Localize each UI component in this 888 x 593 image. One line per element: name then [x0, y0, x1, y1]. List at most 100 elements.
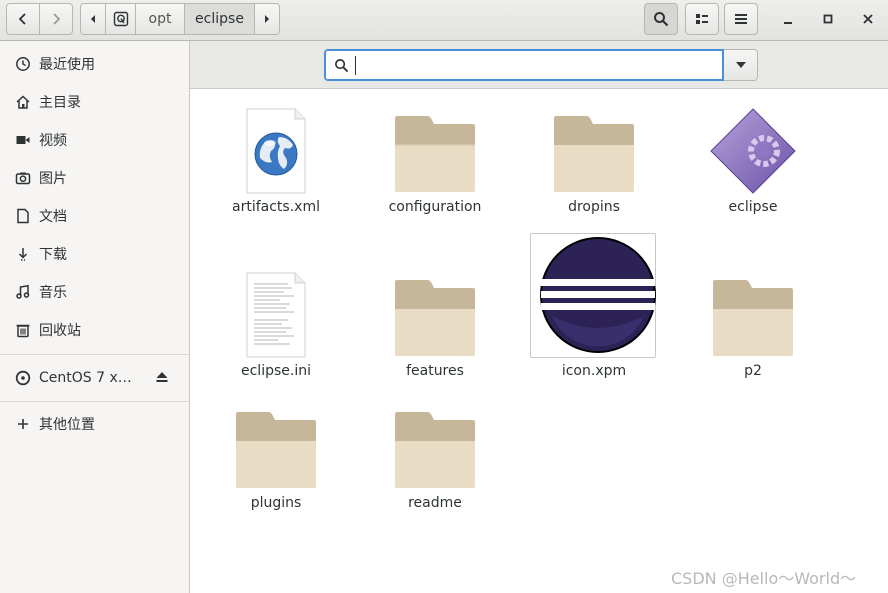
sidebar-item-other-locations[interactable]: 其他位置 — [0, 405, 189, 443]
text-cursor — [355, 56, 356, 75]
navigation-buttons — [6, 3, 74, 35]
file-name-label: p2 — [744, 363, 762, 379]
file-item-plugins[interactable]: plugins — [206, 397, 346, 547]
sidebar-item-label: 音乐 — [39, 285, 67, 301]
maximize-button[interactable] — [813, 4, 843, 34]
sidebar-item-label: 下载 — [39, 247, 67, 263]
search-icon — [654, 12, 669, 27]
sidebar-item-centos-disc[interactable]: CentOS 7 x… — [0, 359, 189, 397]
maximize-icon — [823, 14, 833, 24]
folder-icon — [365, 399, 505, 495]
file-name-label: eclipse — [728, 199, 778, 215]
triangle-left-icon — [91, 15, 95, 23]
path-root-button[interactable] — [105, 3, 136, 35]
file-name-label: eclipse.ini — [241, 363, 311, 379]
document-icon — [15, 208, 31, 224]
sidebar-item-label: 视频 — [39, 133, 67, 149]
sidebar-item-label: 文档 — [39, 209, 67, 225]
text-file-icon — [206, 267, 346, 363]
file-name-label: plugins — [250, 495, 302, 511]
file-item-p2[interactable]: p2 — [683, 265, 823, 415]
plus-icon — [15, 416, 31, 432]
minimize-icon — [784, 22, 792, 24]
file-item-eclipse-ini[interactable]: eclipse.ini — [206, 265, 346, 415]
eclipse-logo-icon — [524, 237, 664, 353]
chevron-left-icon — [18, 13, 26, 25]
folder-icon — [683, 267, 823, 363]
video-icon — [15, 132, 31, 148]
hamburger-icon — [735, 14, 747, 24]
file-name-label: dropins — [568, 199, 620, 215]
sidebar-item-documents[interactable]: 文档 — [0, 197, 189, 235]
sidebar-item-label: 其他位置 — [39, 417, 95, 433]
file-view: artifacts.xml configuration dropins ecli… — [190, 89, 888, 593]
search-icon — [334, 58, 349, 77]
xml-file-icon — [206, 103, 346, 199]
search-entry[interactable] — [324, 49, 724, 81]
search-input[interactable] — [357, 55, 716, 77]
sidebar-item-label: 最近使用 — [39, 57, 95, 73]
close-button[interactable] — [853, 4, 883, 34]
header-bar: opt eclipse — [0, 0, 888, 41]
sidebar-item-music[interactable]: 音乐 — [0, 273, 189, 311]
file-item-features[interactable]: features — [365, 265, 505, 415]
triangle-down-icon — [735, 62, 746, 68]
search-bar — [190, 41, 888, 89]
view-toggle-button[interactable] — [685, 3, 719, 35]
path-segment-label: opt — [148, 11, 172, 27]
recent-icon — [15, 56, 31, 72]
music-icon — [15, 284, 31, 300]
sidebar-item-label: 回收站 — [39, 323, 81, 339]
sidebar-item-label: 主目录 — [39, 95, 81, 111]
file-name-label: readme — [408, 495, 462, 511]
sidebar-item-trash[interactable]: 回收站 — [0, 311, 189, 349]
folder-icon — [365, 103, 505, 199]
file-name-label: icon.xpm — [561, 363, 627, 379]
path-segment-eclipse[interactable]: eclipse — [184, 3, 255, 35]
file-name-label: configuration — [388, 199, 482, 215]
camera-icon — [15, 170, 31, 186]
disc-icon — [15, 370, 31, 386]
search-options-button[interactable] — [724, 49, 758, 81]
file-name-label: features — [406, 363, 464, 379]
file-item-readme[interactable]: readme — [365, 397, 505, 547]
file-item-configuration[interactable]: configuration — [365, 101, 505, 251]
trash-icon — [15, 322, 31, 338]
sidebar: 最近使用 主目录 视频 图片 文档 下载 音乐 回收站 CentOS 7 x… … — [0, 41, 190, 593]
file-item-icon-xpm[interactable]: icon.xpm — [524, 231, 664, 381]
eject-icon[interactable] — [155, 370, 169, 388]
drive-icon — [113, 11, 128, 27]
minimize-button[interactable] — [773, 4, 803, 34]
sidebar-separator — [0, 401, 189, 402]
executable-icon — [683, 103, 823, 199]
close-icon — [863, 14, 873, 24]
sidebar-item-pictures[interactable]: 图片 — [0, 159, 189, 197]
download-icon — [15, 246, 31, 262]
sidebar-item-home[interactable]: 主目录 — [0, 83, 189, 121]
file-item-dropins[interactable]: dropins — [524, 101, 664, 251]
sidebar-item-label: CentOS 7 x… — [39, 370, 132, 386]
file-item-artifacts-xml[interactable]: artifacts.xml — [206, 101, 346, 251]
sidebar-item-recent[interactable]: 最近使用 — [0, 45, 189, 83]
back-button[interactable] — [6, 3, 40, 35]
list-view-icon — [696, 14, 708, 24]
file-item-eclipse[interactable]: eclipse — [683, 101, 823, 251]
folder-icon — [524, 103, 664, 199]
search-toggle-button[interactable] — [644, 3, 678, 35]
folder-icon — [365, 267, 505, 363]
menu-button[interactable] — [724, 3, 758, 35]
sidebar-item-videos[interactable]: 视频 — [0, 121, 189, 159]
sidebar-separator — [0, 354, 189, 355]
chevron-right-icon — [53, 13, 61, 25]
path-segment-label: eclipse — [195, 11, 244, 27]
forward-button[interactable] — [39, 3, 73, 35]
home-icon — [15, 94, 31, 110]
path-scroll-left-button[interactable] — [80, 3, 106, 35]
triangle-right-icon — [265, 15, 269, 23]
watermark-text: CSDN @Hello～World～ — [671, 569, 857, 588]
sidebar-item-downloads[interactable]: 下载 — [0, 235, 189, 273]
path-scroll-right-button[interactable] — [254, 3, 280, 35]
path-segment-opt[interactable]: opt — [135, 3, 185, 35]
file-name-label: artifacts.xml — [232, 199, 320, 215]
sidebar-item-label: 图片 — [39, 171, 67, 187]
